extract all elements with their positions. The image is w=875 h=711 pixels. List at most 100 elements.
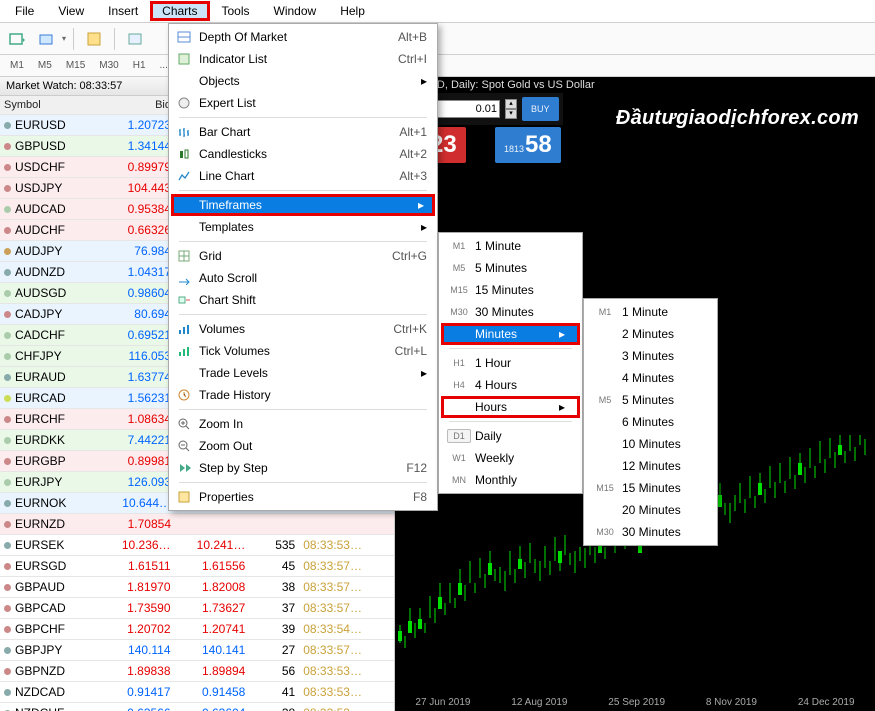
market-watch-row[interactable]: GBPCHF1.207021.207413908:33:54…: [0, 619, 394, 640]
menu-item-step-by-step[interactable]: Step by StepF12: [171, 457, 435, 479]
tf-m1[interactable]: M1: [4, 57, 30, 74]
menu-window[interactable]: Window: [262, 1, 329, 21]
status-dot: [4, 122, 11, 129]
min-item-1-minute[interactable]: M11 Minute: [586, 301, 715, 323]
menu-item-indicator-list[interactable]: Indicator ListCtrl+I: [171, 48, 435, 70]
market-watch-row[interactable]: GBPAUD1.819701.820083808:33:57…: [0, 577, 394, 598]
min-item-3-minutes[interactable]: 3 Minutes: [586, 345, 715, 367]
menu-item-tick-volumes[interactable]: Tick VolumesCtrl+L: [171, 340, 435, 362]
menu-item-zoom-in[interactable]: Zoom In: [171, 413, 435, 435]
market-watch-row[interactable]: GBPNZD1.898381.898945608:33:53…: [0, 661, 394, 682]
menu-item-properties[interactable]: PropertiesF8: [171, 486, 435, 508]
min-item-30-minutes[interactable]: M3030 Minutes: [586, 521, 715, 543]
menu-item-grid[interactable]: GridCtrl+G: [171, 245, 435, 267]
data-window-icon[interactable]: [122, 26, 148, 52]
lot-up[interactable]: ▴: [505, 99, 517, 109]
tf-label: 5 Minutes: [622, 393, 674, 407]
symbol-label: NZDCAD: [15, 685, 65, 699]
menu-item-templates[interactable]: Templates▸: [171, 216, 435, 238]
lot-down[interactable]: ▾: [505, 109, 517, 119]
tf-item-monthly[interactable]: MNMonthly: [441, 469, 580, 491]
menu-item-trade-levels[interactable]: Trade Levels▸: [171, 362, 435, 384]
min-item-5-minutes[interactable]: M55 Minutes: [586, 389, 715, 411]
tf-item-5-minutes[interactable]: M55 Minutes: [441, 257, 580, 279]
market-watch-row[interactable]: NZDCHF0.635660.636043808:33:53…: [0, 703, 394, 711]
tf-item-weekly[interactable]: W1Weekly: [441, 447, 580, 469]
min-item-10-minutes[interactable]: 10 Minutes: [586, 433, 715, 455]
min-item-6-minutes[interactable]: 6 Minutes: [586, 411, 715, 433]
menu-file[interactable]: File: [3, 1, 46, 21]
tf-item-daily[interactable]: D1Daily: [441, 425, 580, 447]
col-symbol[interactable]: Symbol: [0, 96, 100, 114]
bid-value: 80.694: [100, 304, 175, 324]
tf-item-30-minutes[interactable]: M3030 Minutes: [441, 301, 580, 323]
menu-item-chart-shift[interactable]: Chart Shift: [171, 289, 435, 311]
buy-button-top[interactable]: BUY: [522, 97, 559, 121]
min-item-15-minutes[interactable]: M1515 Minutes: [586, 477, 715, 499]
lot-input[interactable]: [430, 100, 500, 118]
menu-item-candlesticks[interactable]: CandlesticksAlt+2: [171, 143, 435, 165]
min-item-2-minutes[interactable]: 2 Minutes: [586, 323, 715, 345]
menu-insert[interactable]: Insert: [96, 1, 150, 21]
shortcut-label: Ctrl+I: [398, 52, 427, 66]
tf-h1[interactable]: H1: [127, 57, 152, 74]
menu-item-expert-list[interactable]: Expert List: [171, 92, 435, 114]
status-dot: [4, 185, 11, 192]
symbol-label: EURDKK: [15, 433, 65, 447]
ask-value: 1.89894: [175, 661, 250, 681]
market-watch-row[interactable]: EURSGD1.615111.615564508:33:57…: [0, 556, 394, 577]
time-value: 08:33:53…: [299, 535, 394, 555]
tf-label: 6 Minutes: [622, 415, 674, 429]
spread-value: 39: [249, 619, 299, 639]
menu-item-objects[interactable]: Objects▸: [171, 70, 435, 92]
menu-tools[interactable]: Tools: [210, 1, 262, 21]
market-watch-icon[interactable]: [81, 26, 107, 52]
menu-help[interactable]: Help: [328, 1, 377, 21]
tf-item-hours[interactable]: Hours▸: [441, 396, 580, 418]
menu-item-trade-history[interactable]: Trade History: [171, 384, 435, 406]
menu-item-timeframes[interactable]: Timeframes▸: [171, 194, 435, 216]
new-chart-icon[interactable]: [4, 26, 30, 52]
menu-item-label: Line Chart: [199, 169, 254, 183]
min-item-12-minutes[interactable]: 12 Minutes: [586, 455, 715, 477]
menu-view[interactable]: View: [46, 1, 96, 21]
spread-value: 27: [249, 640, 299, 660]
market-watch-row[interactable]: EURSEK10.236…10.241…53508:33:53…: [0, 535, 394, 556]
tf-m30[interactable]: M30: [93, 57, 124, 74]
market-watch-row[interactable]: EURNZD1.70854: [0, 514, 394, 535]
submenu-arrow-icon: ▸: [421, 366, 427, 380]
bid-value: 1.81970: [100, 577, 175, 597]
profiles-icon[interactable]: [33, 26, 59, 52]
tf-item-15-minutes[interactable]: M1515 Minutes: [441, 279, 580, 301]
menu-item-volumes[interactable]: VolumesCtrl+K: [171, 318, 435, 340]
menu-item-depth-of-market[interactable]: Depth Of MarketAlt+B: [171, 26, 435, 48]
menu-item-auto-scroll[interactable]: Auto Scroll: [171, 267, 435, 289]
menu-item-line-chart[interactable]: Line ChartAlt+3: [171, 165, 435, 187]
chart-date-label: 27 Jun 2019: [415, 697, 470, 708]
tf-item-minutes[interactable]: Minutes▸: [441, 323, 580, 345]
tf-item-1-hour[interactable]: H11 Hour: [441, 352, 580, 374]
minutes-submenu: M11 Minute2 Minutes3 Minutes4 MinutesM55…: [583, 298, 718, 546]
market-watch-row[interactable]: NZDCAD0.914170.914584108:33:53…: [0, 682, 394, 703]
min-item-4-minutes[interactable]: 4 Minutes: [586, 367, 715, 389]
tf-item-1-minute[interactable]: M11 Minute: [441, 235, 580, 257]
tf-m5[interactable]: M5: [32, 57, 58, 74]
tf-label: 20 Minutes: [622, 503, 681, 517]
menu-item-zoom-out[interactable]: Zoom Out: [171, 435, 435, 457]
market-watch-row[interactable]: GBPCAD1.735901.736273708:33:57…: [0, 598, 394, 619]
menu-charts[interactable]: Charts: [150, 1, 209, 21]
min-item-20-minutes[interactable]: 20 Minutes: [586, 499, 715, 521]
tf-item-4-hours[interactable]: H44 Hours: [441, 374, 580, 396]
ask-value: 0.63604: [175, 703, 250, 711]
buy-price-button[interactable]: 181358: [495, 127, 561, 163]
time-value: 08:33:57…: [299, 556, 394, 576]
menu-item-bar-chart[interactable]: Bar ChartAlt+1: [171, 121, 435, 143]
tf-m15[interactable]: M15: [60, 57, 91, 74]
col-bid[interactable]: Bid: [100, 96, 175, 114]
bid-value: 126.093: [100, 472, 175, 492]
vol-icon: [175, 320, 193, 338]
sbs-icon: [175, 459, 193, 477]
market-watch-row[interactable]: GBPJPY140.114140.1412708:33:57…: [0, 640, 394, 661]
tf-code: H4: [447, 380, 471, 390]
tf-label: 5 Minutes: [475, 261, 527, 275]
